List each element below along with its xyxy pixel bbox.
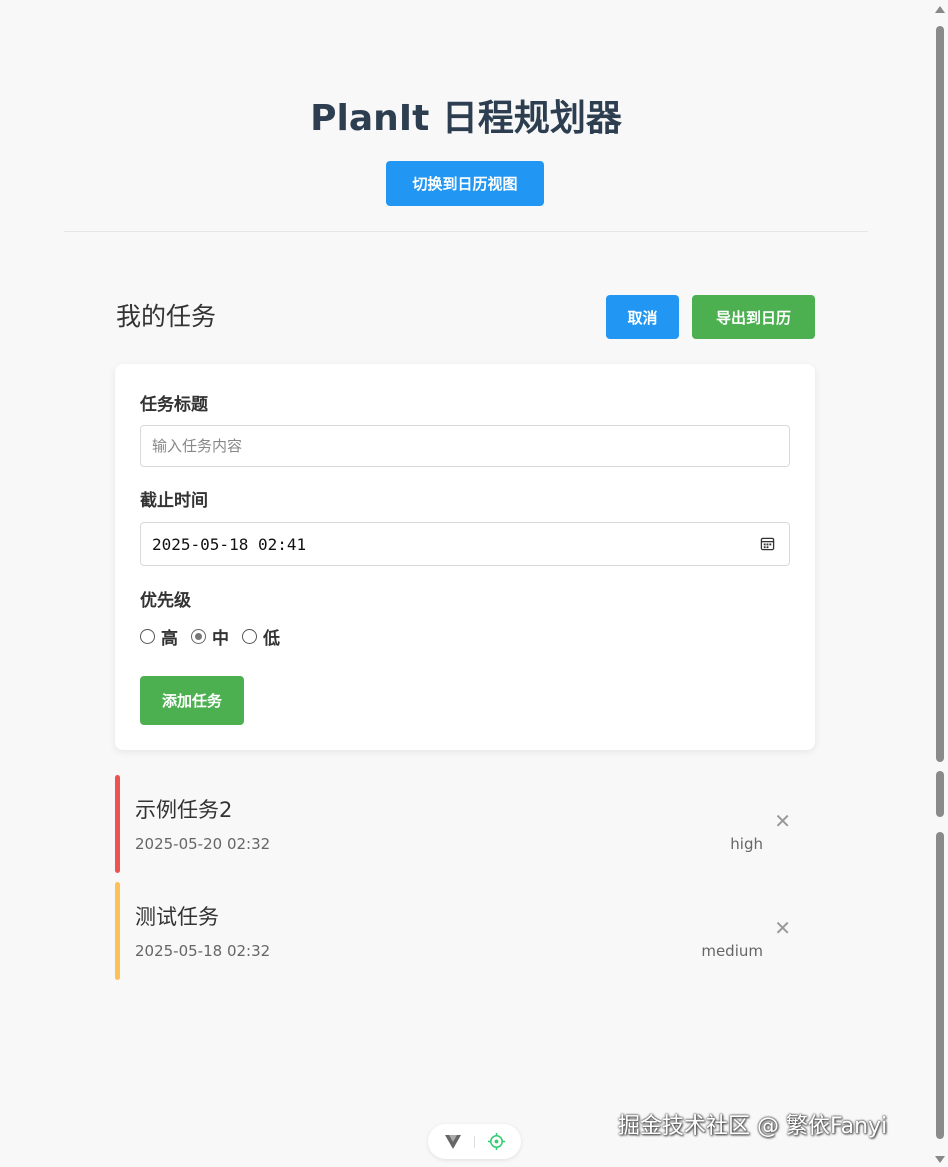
radio-label: 低 [263,628,280,649]
vue-logo-icon[interactable] [445,1135,461,1149]
cancel-button[interactable]: 取消 [606,295,679,339]
watermark: 掘金技术社区 @ 繁依Fanyi [618,1114,888,1139]
priority-label: 优先级 [140,591,191,611]
close-icon[interactable]: ✕ [774,811,791,831]
add-task-button[interactable]: 添加任务 [140,676,244,725]
toolbar-divider [474,1136,475,1148]
task-date: 2025-05-20 02:32 [135,835,271,853]
task-title: 示例任务2 [135,798,233,822]
priority-color-bar [115,882,120,980]
vertical-scrollbar[interactable] [932,0,948,1167]
export-calendar-button[interactable]: 导出到日历 [692,295,815,339]
header-divider [64,231,868,232]
deadline-input[interactable]: 2025-05-18 02:41 [140,522,790,566]
task-title: 测试任务 [135,905,219,929]
task-title-label: 任务标题 [140,395,208,415]
priority-option-medium[interactable]: 中 [191,624,229,649]
app-title: PlanIt 日程规划器 [310,98,622,139]
scroll-down-arrow-icon[interactable] [935,1156,945,1163]
switch-calendar-view-button[interactable]: 切换到日历视图 [386,161,544,206]
calendar-icon[interactable] [760,536,775,551]
task-title-input[interactable] [140,425,790,467]
section-title: 我的任务 [116,302,217,331]
radio-button[interactable] [242,628,257,644]
deadline-label: 截止时间 [140,491,208,511]
radio-button[interactable] [140,628,155,644]
priority-color-bar [115,775,120,873]
scroll-thumb[interactable] [936,26,944,762]
priority-option-low[interactable]: 低 [242,624,280,649]
priority-radio-group: 高 中 低 [140,624,293,649]
close-icon[interactable]: ✕ [774,918,791,938]
task-priority: high [730,835,763,853]
radio-label: 中 [212,628,229,649]
scroll-up-arrow-icon[interactable] [935,6,945,13]
task-form-card: 任务标题 截止时间 2025-05-18 02:41 优先级 高 中 低 添加任… [115,364,815,750]
priority-option-high[interactable]: 高 [140,624,178,649]
task-item[interactable]: 测试任务 2025-05-18 02:32 medium ✕ [115,882,795,980]
target-icon[interactable] [487,1132,506,1151]
task-date: 2025-05-18 02:32 [135,942,271,960]
scroll-thumb[interactable] [936,832,944,1139]
radio-button-checked[interactable] [191,628,206,644]
task-item[interactable]: 示例任务2 2025-05-20 02:32 high ✕ [115,775,795,873]
deadline-value: 2025-05-18 02:41 [152,535,307,554]
scroll-thumb[interactable] [936,771,944,817]
devtools-toolbar [428,1124,521,1159]
radio-label: 高 [161,628,178,649]
task-priority: medium [701,942,763,960]
